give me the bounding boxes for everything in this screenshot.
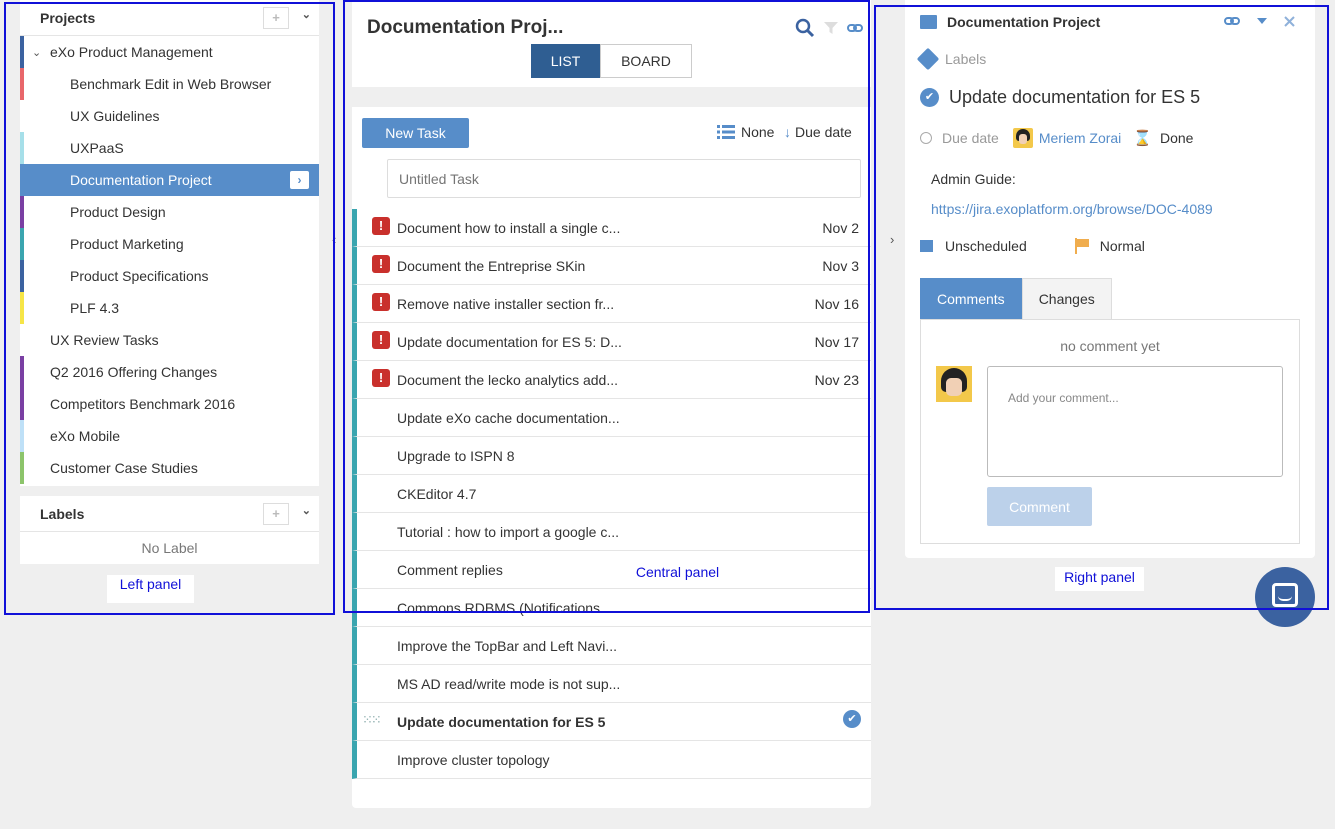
- task-title: Update documentation for ES 5: [397, 713, 606, 730]
- task-row[interactable]: Improve the TopBar and Left Navi...: [352, 627, 871, 665]
- task-row[interactable]: MS AD read/write mode is not sup...: [352, 665, 871, 703]
- drag-handle-icon[interactable]: ⁙⁙: [362, 712, 382, 728]
- right-panel-label: Right panel: [1055, 567, 1144, 591]
- central-panel-frame: [343, 0, 870, 613]
- task-title: Improve cluster topology: [397, 751, 550, 768]
- task-row[interactable]: Improve cluster topology: [352, 741, 871, 779]
- left-panel-label: Left panel: [107, 575, 194, 603]
- left-panel-frame: [4, 2, 335, 615]
- task-title: Improve the TopBar and Left Navi...: [397, 637, 617, 654]
- central-panel-label: Central panel: [627, 562, 728, 582]
- right-panel-frame: [874, 5, 1329, 610]
- check-circle-icon[interactable]: ✔: [843, 710, 861, 728]
- task-row[interactable]: ⁙⁙ Update documentation for ES 5 ✔: [352, 703, 871, 741]
- task-title: MS AD read/write mode is not sup...: [397, 675, 621, 692]
